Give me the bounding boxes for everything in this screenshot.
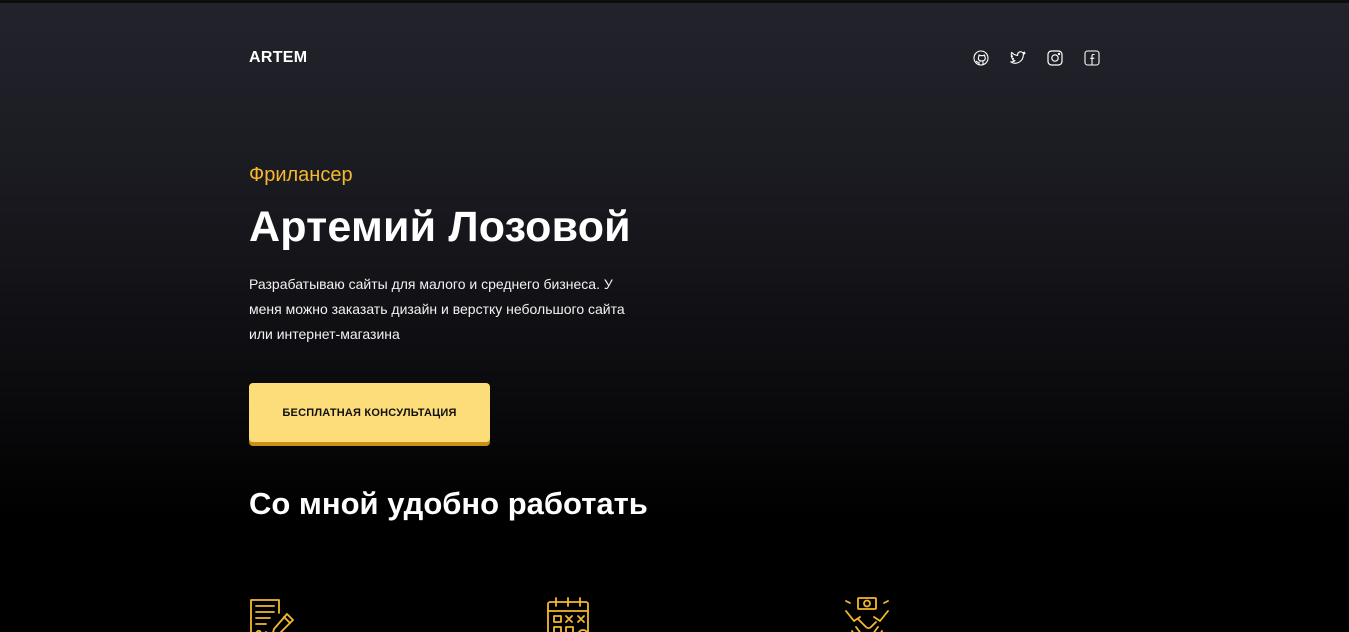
social-links <box>973 50 1101 66</box>
hero-title: Артемий Лозовой <box>249 203 631 251</box>
twitter-icon[interactable] <box>1010 50 1026 66</box>
github-icon[interactable] <box>973 50 989 66</box>
hero-description: Разрабатываю сайты для малого и среднего… <box>249 276 625 342</box>
instagram-icon[interactable] <box>1047 50 1063 66</box>
hero-subtitle: Фрилансер <box>249 164 353 186</box>
site-logo[interactable]: ARTEM <box>249 49 307 67</box>
contract-icon <box>249 597 295 632</box>
hero-section: Фрилансер Артемий Лозовой Разрабатываю с… <box>249 162 1101 442</box>
site-header: ARTEM <box>249 44 1101 72</box>
handshake-money-icon <box>844 597 890 632</box>
top-border <box>0 0 1349 3</box>
features-title: Со мной удобно работать <box>249 486 648 521</box>
calendar-icon <box>546 597 592 632</box>
facebook-icon[interactable] <box>1084 50 1100 66</box>
free-consultation-button[interactable]: БЕСПЛАТНАЯ КОНСУЛЬТАЦИЯ <box>249 383 490 442</box>
